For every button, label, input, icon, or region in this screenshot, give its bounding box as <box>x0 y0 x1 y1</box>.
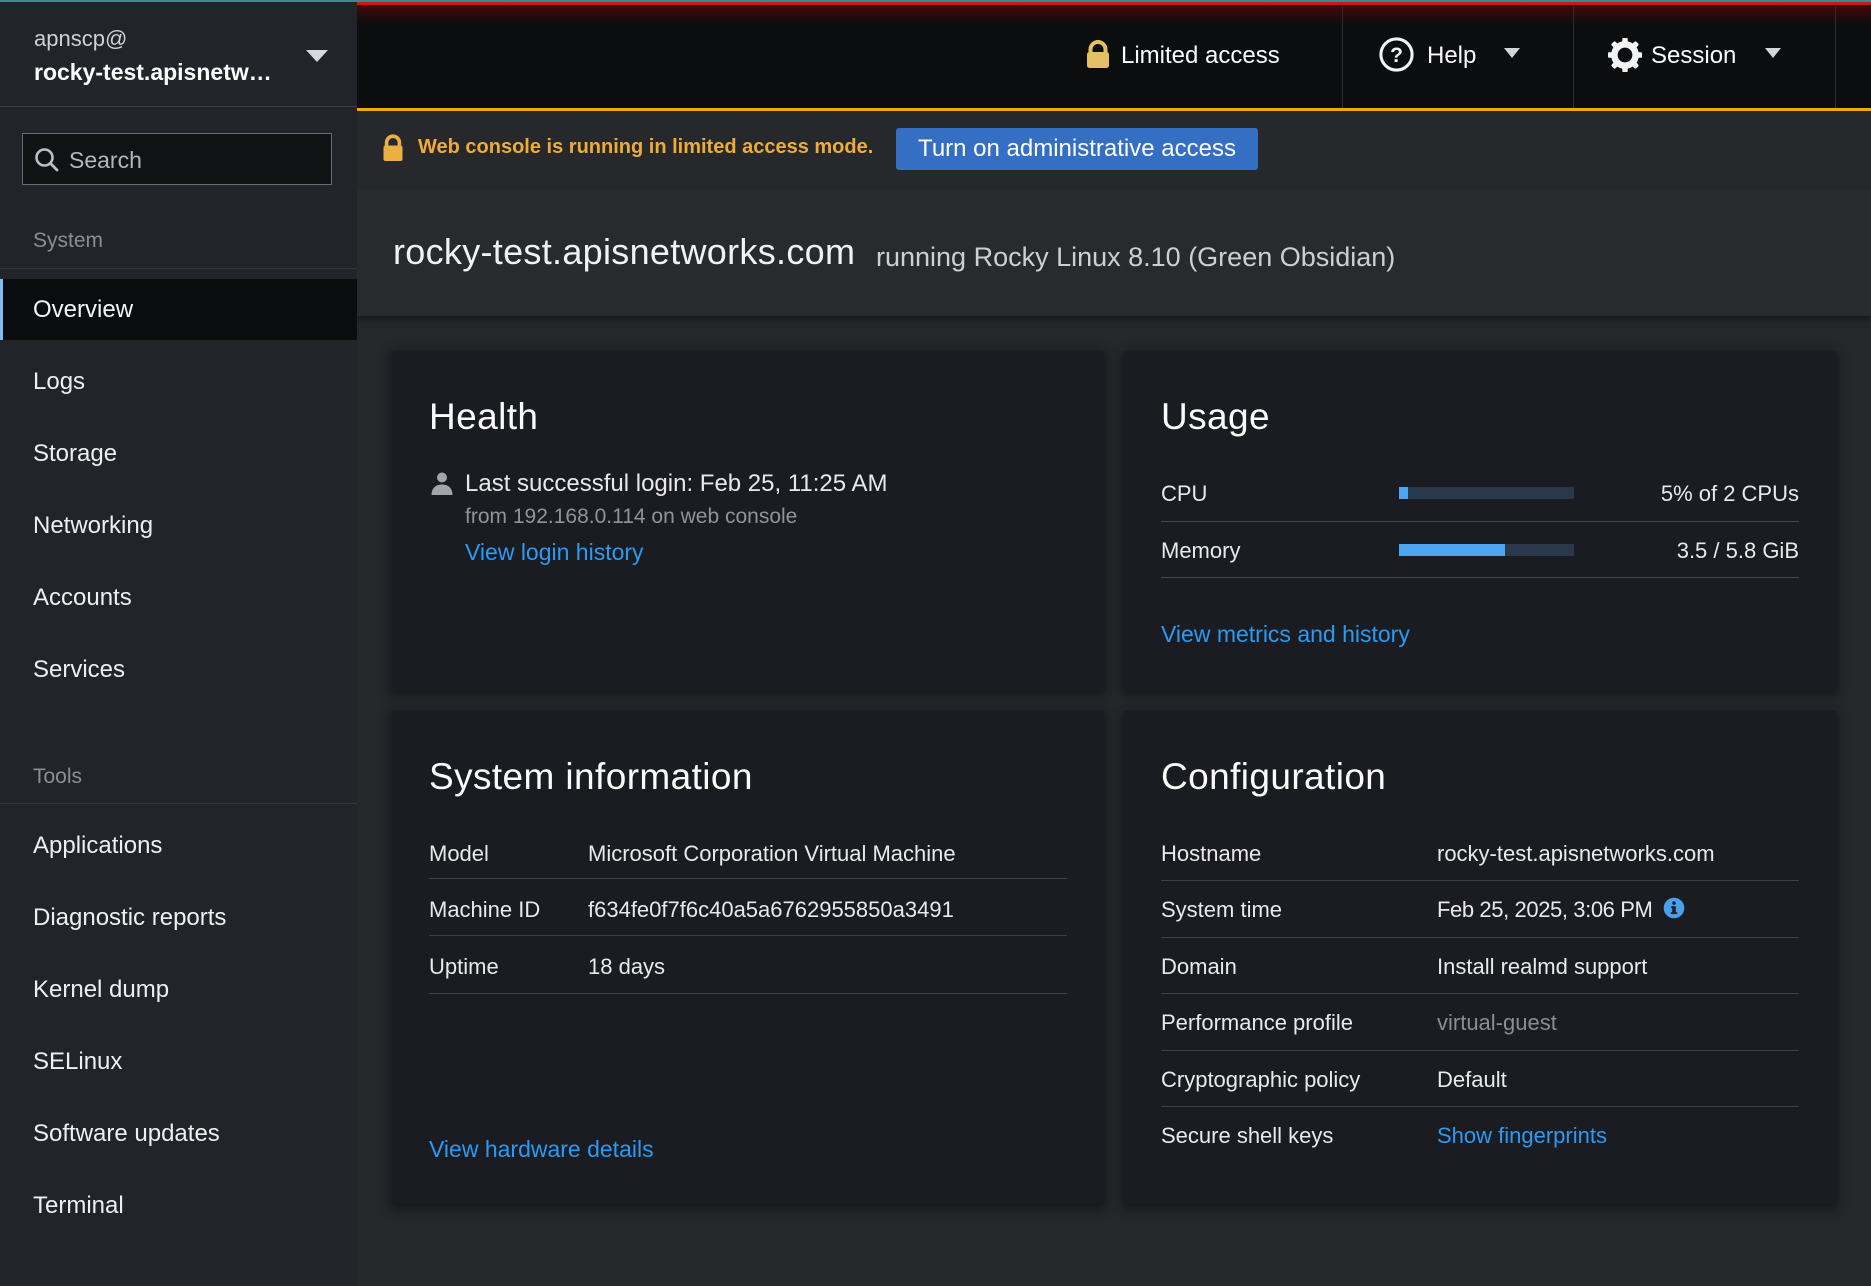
svg-text:?: ? <box>1390 44 1403 67</box>
